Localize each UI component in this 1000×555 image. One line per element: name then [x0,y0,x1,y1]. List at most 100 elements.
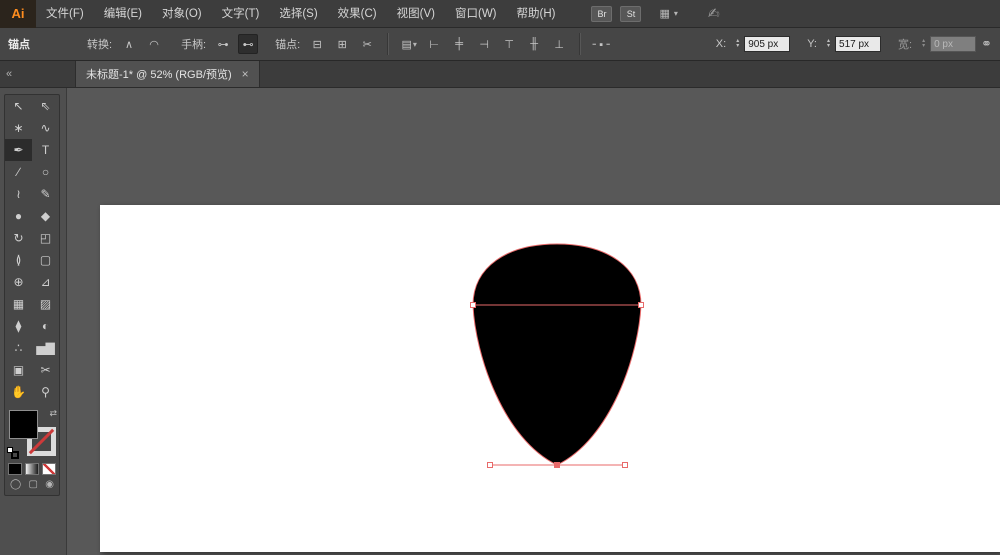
workspace-icon: ▦ [659,8,670,20]
canvas[interactable] [67,88,1000,555]
width-input [930,36,977,52]
x-label: X: [715,38,727,50]
anchor-point[interactable] [622,462,628,468]
anchor-point[interactable] [487,462,493,468]
color-mode-buttons [5,461,59,477]
hide-handles-button[interactable]: ⊷ [238,34,259,54]
lasso-tool[interactable]: ∿ [32,117,59,139]
width-tool[interactable]: ≬ [5,249,32,271]
anchor-point[interactable] [470,302,476,308]
handles-show-icon: ⊶ [217,38,229,51]
zoom-tool[interactable]: ⚲ [32,381,59,403]
swap-fill-stroke-icon[interactable]: ⇄ [49,408,57,419]
fill-color-swatch[interactable] [9,410,38,439]
control-bar-title: 锚点 [8,39,30,51]
menu-file[interactable]: 文件(F) [36,0,94,28]
gradient-tool[interactable]: ▨ [32,293,59,315]
align-left-button[interactable]: ⊢ [424,34,444,54]
slice-tool[interactable]: ✂ [32,359,59,381]
menu-edit[interactable]: 编辑(E) [94,0,152,28]
menu-type[interactable]: 文字(T) [212,0,270,28]
draw-behind-icon[interactable]: ▢ [29,479,38,490]
type-tool[interactable]: T [32,139,59,161]
align-right-button[interactable]: ⊣ [474,34,494,54]
rotate-tool[interactable]: ↻ [5,227,32,249]
gradient-button[interactable] [25,463,39,475]
perspective-grid-tool[interactable]: ⊿ [32,271,59,293]
artboard-tool[interactable]: ▣ [5,359,32,381]
document-tab[interactable]: 未标题-1* @ 52% (RGB/预览) × [75,61,260,87]
spinner-down-icon: ▾ [827,43,831,49]
convert-smooth-icon: ◠ [149,38,159,51]
y-position-input[interactable] [835,36,882,52]
align-right-icon: ⊣ [479,38,489,51]
y-spinner[interactable]: ▴ ▾ [827,38,831,49]
pen-tool[interactable]: ✒ [5,139,32,161]
anchor-point[interactable] [638,302,644,308]
align-top-button[interactable]: ⊤ [499,34,519,54]
direct-selection-tool[interactable]: ⇖ [32,95,59,117]
draw-normal-icon[interactable]: ◯ [10,479,21,490]
align-vertical-center-button[interactable]: ╫ [524,34,544,54]
constrain-proportions-icon[interactable]: ⚭ [981,36,992,52]
bridge-button[interactable]: Br [591,5,613,22]
menu-window[interactable]: 窗口(W) [445,0,507,28]
menu-object[interactable]: 对象(O) [152,0,212,28]
mesh-tool[interactable]: ▦ [5,293,32,315]
menu-select[interactable]: 选择(S) [269,0,327,28]
menu-view[interactable]: 视图(V) [387,0,445,28]
width-label: 宽: [898,39,913,51]
align-to-dropdown[interactable]: ▤ ▾ [399,34,419,54]
collapse-panel-icon[interactable]: « [6,68,12,80]
hand-tool[interactable]: ✋ [5,381,32,403]
align-bottom-icon: ⊥ [554,38,564,51]
ellipse-tool[interactable]: ○ [32,161,59,183]
draw-inside-icon[interactable]: ◉ [45,479,54,490]
x-spinner[interactable]: ▴ ▾ [736,38,739,49]
tab-close-icon[interactable]: × [242,67,249,81]
shape-builder-tool[interactable]: ⊕ [5,271,32,293]
scale-tool[interactable]: ◰ [32,227,59,249]
workspace-switcher[interactable]: ▦ ▾ [659,7,677,20]
blend-tool[interactable]: ◐ [32,315,59,337]
pencil-tool[interactable]: ✎ [32,183,59,205]
eraser-tool[interactable]: ◆ [32,205,59,227]
reference-point-button[interactable]: ╴▪╶ [591,34,611,54]
convert-to-smooth-button[interactable]: ◠ [144,34,164,54]
color-button[interactable] [8,463,22,475]
free-transform-tool[interactable]: ▢ [32,249,59,271]
convert-to-corner-button[interactable]: ∧ [119,34,139,54]
selected-shape[interactable] [473,244,641,465]
reference-point-icon: ╴▪╶ [592,38,610,51]
show-handles-button[interactable]: ⊶ [213,34,233,54]
paintbrush-tool[interactable]: ≀ [5,183,32,205]
connect-anchors-button[interactable]: ⊞ [332,34,352,54]
default-fill-stroke-icon[interactable] [7,447,21,460]
tools-sidebar: ↖ ⇖ ∗ ∿ ✒ T ∕ ○ ≀ ✎ ● ◆ ↻ ◰ ≬ ▢ ⊕ ⊿ ▦ ▨ ⧫ ◐ ∴ ▅▇ ▣ ✂ ✋ ⚲ ⇄ [0,88,67,555]
symbol-sprayer-tool[interactable]: ∴ [5,337,32,359]
align-bottom-button[interactable]: ⊥ [549,34,569,54]
none-button[interactable] [42,463,56,475]
remove-anchor-button[interactable]: ⊟ [307,34,327,54]
selection-tool[interactable]: ↖ [5,95,32,117]
chevron-down-icon: ▾ [412,39,417,49]
cut-path-icon: ✂ [362,38,372,51]
align-vertical-center-icon: ╫ [530,38,539,50]
cut-path-button[interactable]: ✂ [357,34,377,54]
x-position-input[interactable] [744,36,791,52]
artwork-svg [470,243,644,468]
column-graph-tool[interactable]: ▅▇ [32,337,59,359]
anchor-point-selected[interactable] [554,462,560,468]
chevron-down-icon: ▾ [673,9,678,18]
line-segment-tool[interactable]: ∕ [5,161,32,183]
stock-button[interactable]: St [620,5,642,22]
blob-brush-tool[interactable]: ● [5,205,32,227]
cs-live-icon[interactable]: ✍ [708,5,720,22]
remove-anchor-icon: ⊟ [312,38,322,51]
align-horizontal-center-button[interactable]: ╪ [449,34,469,54]
eyedropper-tool[interactable]: ⧫ [5,315,32,337]
menu-help[interactable]: 帮助(H) [507,0,566,28]
menu-effect[interactable]: 效果(C) [328,0,387,28]
main-area: ↖ ⇖ ∗ ∿ ✒ T ∕ ○ ≀ ✎ ● ◆ ↻ ◰ ≬ ▢ ⊕ ⊿ ▦ ▨ ⧫ ◐ ∴ ▅▇ ▣ ✂ ✋ ⚲ ⇄ [0,88,1000,555]
magic-wand-tool[interactable]: ∗ [5,117,32,139]
